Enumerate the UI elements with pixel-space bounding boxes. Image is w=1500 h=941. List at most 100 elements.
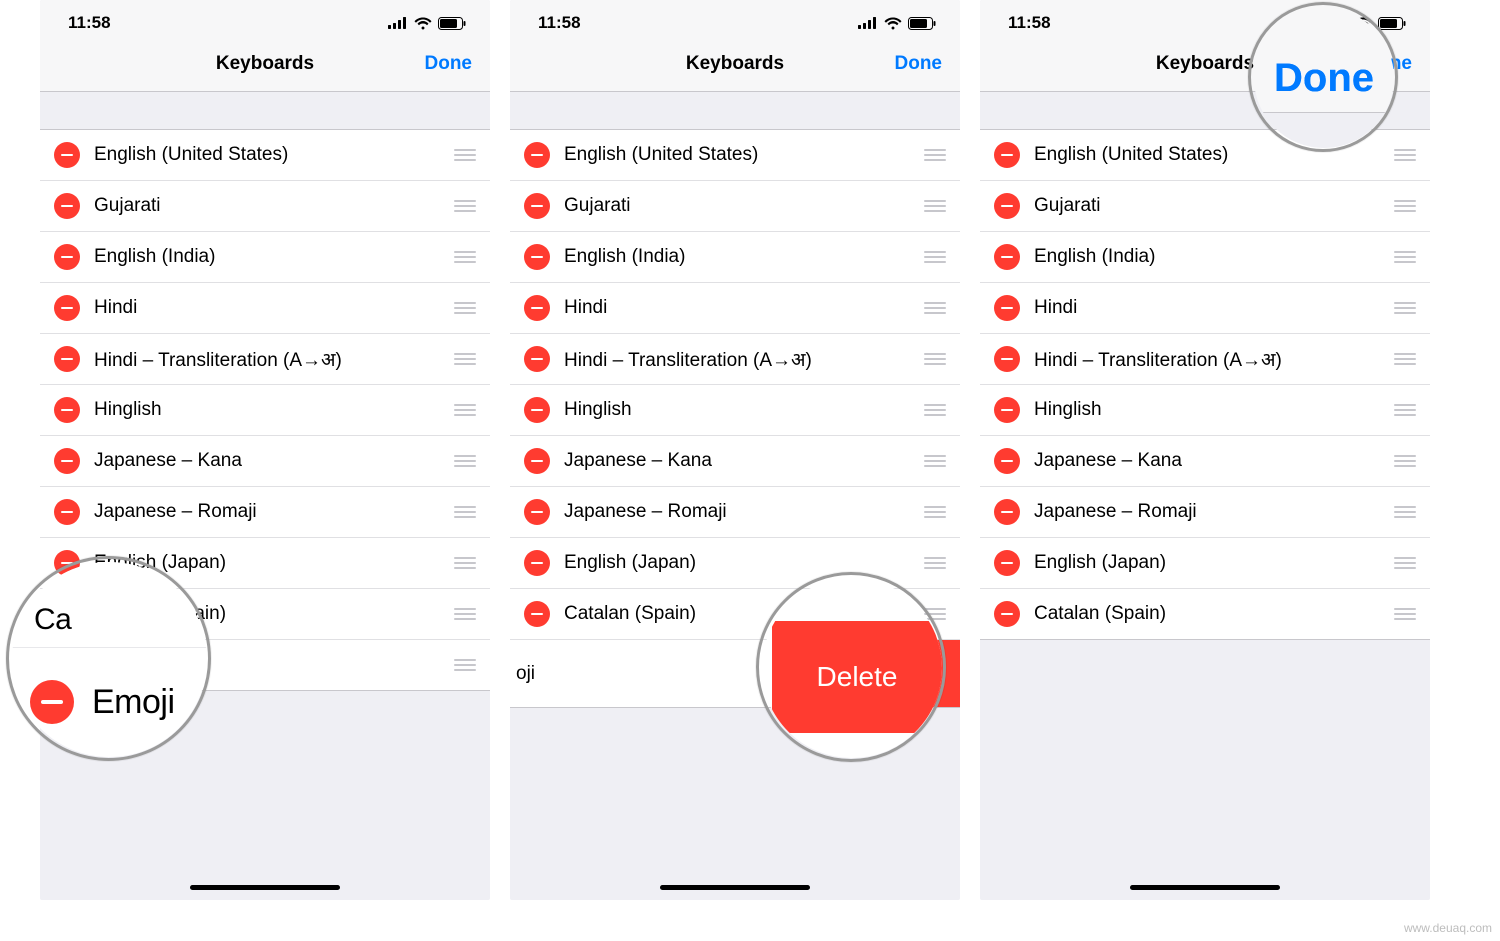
keyboard-row[interactable]: Japanese – Romaji [980,487,1430,538]
reorder-handle[interactable] [924,302,946,314]
reorder-handle[interactable] [1394,251,1416,263]
remove-icon[interactable] [524,601,550,627]
reorder-handle[interactable] [454,302,476,314]
reorder-handle[interactable] [454,251,476,263]
keyboard-row[interactable]: English (India) [40,232,490,283]
keyboard-row[interactable]: Catalan (Spain) [40,589,490,640]
remove-icon[interactable] [994,142,1020,168]
reorder-handle[interactable] [924,200,946,212]
keyboard-row[interactable]: Hinglish [40,385,490,436]
reorder-handle[interactable] [1394,557,1416,569]
remove-icon[interactable] [994,244,1020,270]
reorder-handle[interactable] [924,149,946,161]
keyboard-row[interactable]: English (United States) [40,130,490,181]
remove-icon[interactable] [994,499,1020,525]
remove-icon[interactable] [54,448,80,474]
keyboard-row[interactable]: English (United States) [980,130,1430,181]
remove-icon[interactable] [524,193,550,219]
keyboard-row[interactable]: Japanese – Romaji [510,487,960,538]
remove-icon[interactable] [54,142,80,168]
keyboard-row[interactable]: Gujarati [40,181,490,232]
keyboard-row[interactable]: English (United States) [510,130,960,181]
reorder-handle[interactable] [1394,149,1416,161]
keyboard-row[interactable]: English (India) [980,232,1430,283]
reorder-handle[interactable] [454,404,476,416]
remove-icon[interactable] [994,295,1020,321]
remove-icon[interactable] [54,346,80,372]
done-button[interactable]: Done [425,53,473,75]
reorder-handle[interactable] [454,608,476,620]
reorder-handle[interactable] [1394,353,1416,365]
keyboard-row[interactable]: Hindi – Transliteration (A→अ) [510,334,960,385]
keyboard-row[interactable]: Gujarati [510,181,960,232]
keyboard-row[interactable]: Catalan (Spain) [980,589,1430,640]
reorder-handle[interactable] [454,506,476,518]
reorder-handle[interactable] [1394,404,1416,416]
reorder-handle[interactable] [1394,455,1416,467]
delete-button[interactable]: Delete [810,640,960,707]
keyboard-row[interactable]: English (Japan) [510,538,960,589]
keyboard-row[interactable]: Hinglish [510,385,960,436]
remove-icon[interactable] [994,193,1020,219]
keyboard-row-emoji[interactable]: Emoji [40,640,490,691]
remove-icon[interactable] [524,550,550,576]
reorder-handle[interactable] [924,455,946,467]
keyboard-row[interactable]: Hindi – Transliteration (A→अ) [980,334,1430,385]
remove-icon[interactable] [994,346,1020,372]
remove-icon[interactable] [994,397,1020,423]
reorder-handle[interactable] [454,659,476,671]
reorder-handle[interactable] [454,353,476,365]
remove-icon[interactable] [54,652,80,678]
keyboard-row[interactable]: Hindi [980,283,1430,334]
keyboard-row[interactable]: English (Japan) [980,538,1430,589]
reorder-handle[interactable] [924,404,946,416]
remove-icon[interactable] [54,550,80,576]
keyboard-row[interactable]: English (India) [510,232,960,283]
remove-icon[interactable] [524,448,550,474]
remove-icon[interactable] [54,601,80,627]
home-indicator[interactable] [660,885,810,890]
reorder-handle[interactable] [924,557,946,569]
keyboard-row[interactable]: English (Japan) [40,538,490,589]
reorder-handle[interactable] [924,506,946,518]
home-indicator[interactable] [1130,885,1280,890]
keyboard-row[interactable]: Hinglish [980,385,1430,436]
remove-icon[interactable] [524,244,550,270]
remove-icon[interactable] [994,448,1020,474]
reorder-handle[interactable] [454,149,476,161]
remove-icon[interactable] [994,601,1020,627]
remove-icon[interactable] [54,397,80,423]
keyboard-row[interactable]: Japanese – Romaji [40,487,490,538]
reorder-handle[interactable] [1394,302,1416,314]
reorder-handle[interactable] [1394,506,1416,518]
keyboard-row[interactable]: Gujarati [980,181,1430,232]
keyboard-row[interactable]: Hindi [40,283,490,334]
reorder-handle[interactable] [924,353,946,365]
home-indicator[interactable] [190,885,340,890]
done-button[interactable]: Done [1365,53,1413,75]
reorder-handle[interactable] [1394,608,1416,620]
remove-icon[interactable] [524,295,550,321]
remove-icon[interactable] [54,244,80,270]
keyboard-row[interactable]: Japanese – Kana [980,436,1430,487]
reorder-handle[interactable] [454,455,476,467]
keyboard-row[interactable]: Japanese – Kana [510,436,960,487]
done-button[interactable]: Done [895,53,943,75]
reorder-handle[interactable] [924,608,946,620]
reorder-handle[interactable] [924,251,946,263]
reorder-handle[interactable] [1394,200,1416,212]
reorder-handle[interactable] [454,557,476,569]
remove-icon[interactable] [524,397,550,423]
remove-icon[interactable] [54,193,80,219]
keyboard-row[interactable]: Hindi – Transliteration (A→अ) [40,334,490,385]
keyboard-row[interactable]: Hindi [510,283,960,334]
keyboard-row[interactable]: Catalan (Spain) [510,589,960,640]
remove-icon[interactable] [524,346,550,372]
remove-icon[interactable] [54,295,80,321]
keyboard-row[interactable]: Japanese – Kana [40,436,490,487]
remove-icon[interactable] [54,499,80,525]
reorder-handle[interactable] [454,200,476,212]
keyboard-row-emoji-deleting[interactable]: oji Delete [510,640,960,708]
remove-icon[interactable] [524,142,550,168]
remove-icon[interactable] [994,550,1020,576]
